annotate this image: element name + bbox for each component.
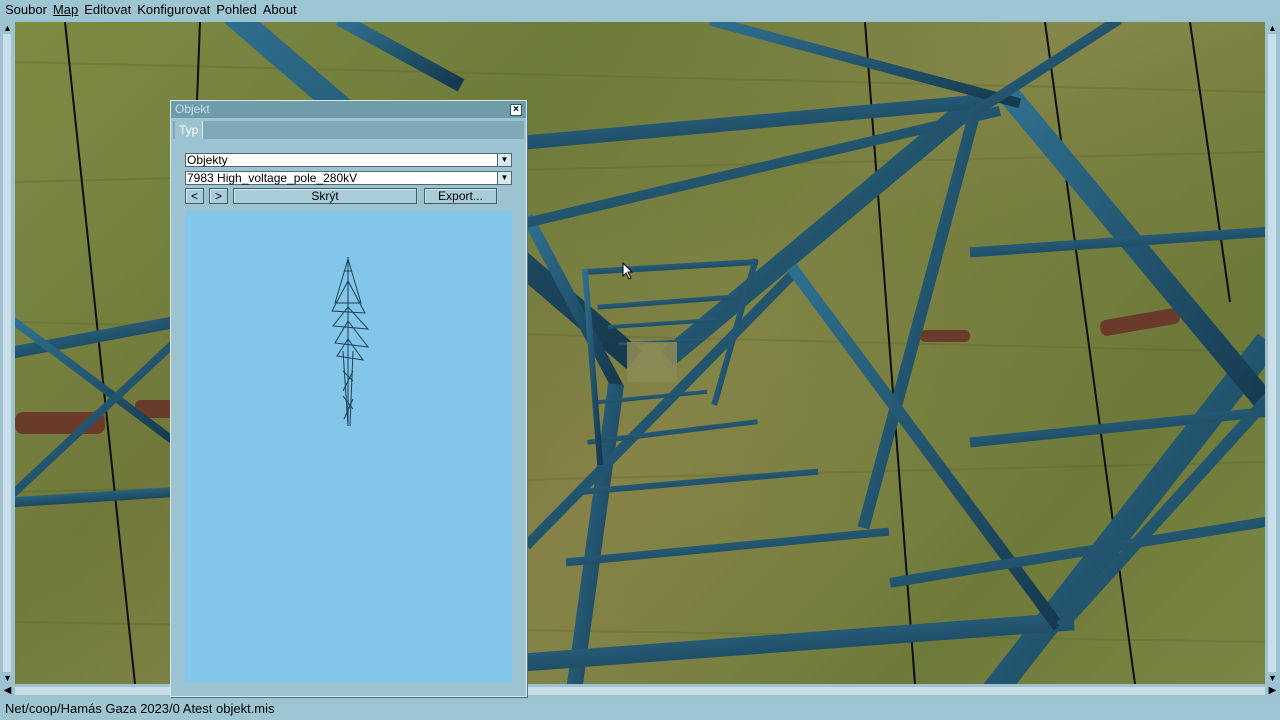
- scroll-down-icon[interactable]: ▼: [1265, 672, 1280, 684]
- scroll-track[interactable]: [1268, 34, 1276, 672]
- scroll-right-icon[interactable]: ▶: [1265, 684, 1280, 698]
- ground-patch: [627, 342, 677, 382]
- hide-button[interactable]: Skrýt: [233, 188, 417, 204]
- object-preview[interactable]: [185, 211, 512, 683]
- dialog-title: Objekt: [175, 102, 210, 116]
- status-file-path: Net/coop/Hamás Gaza 2023/0 Atest objekt.…: [5, 701, 275, 716]
- dialog-titlebar[interactable]: Objekt ×: [171, 101, 526, 118]
- close-icon[interactable]: ×: [510, 104, 522, 116]
- scroll-up-icon[interactable]: ▲: [0, 22, 15, 34]
- object-dialog: Objekt × Typ Objekty ▼ 7983 High_voltage…: [170, 100, 527, 697]
- tab-strip: Typ: [173, 121, 524, 139]
- right-scrollbar[interactable]: ▲ ▼: [1265, 22, 1280, 684]
- object-select[interactable]: 7983 High_voltage_pole_280kV ▼: [185, 171, 512, 185]
- scroll-up-icon[interactable]: ▲: [1265, 22, 1280, 34]
- scroll-track[interactable]: [3, 34, 11, 672]
- chevron-down-icon[interactable]: ▼: [497, 154, 511, 166]
- scroll-left-icon[interactable]: ◀: [0, 684, 15, 698]
- menu-editovat[interactable]: Editovat: [81, 0, 134, 20]
- status-bar: Net/coop/Hamás Gaza 2023/0 Atest objekt.…: [0, 700, 1280, 720]
- menu-konfigurovat[interactable]: Konfigurovat: [134, 0, 213, 20]
- menu-soubor[interactable]: Soubor: [0, 0, 50, 20]
- tab-typ[interactable]: Typ: [175, 121, 204, 139]
- menu-map[interactable]: Map: [50, 0, 81, 20]
- prev-button[interactable]: <: [185, 188, 204, 204]
- menu-pohled[interactable]: Pohled: [213, 0, 259, 20]
- mouse-cursor-icon: [622, 262, 634, 280]
- tower-preview-icon: [331, 257, 370, 427]
- menu-about[interactable]: About: [260, 0, 300, 20]
- object-select-value: 7983 High_voltage_pole_280kV: [187, 171, 358, 185]
- left-scrollbar[interactable]: ▲ ▼: [0, 22, 15, 684]
- next-button[interactable]: >: [209, 188, 228, 204]
- category-select-value: Objekty: [187, 153, 228, 167]
- category-select[interactable]: Objekty ▼: [185, 153, 512, 167]
- tab-panel-typ: Objekty ▼ 7983 High_voltage_pole_280kV ▼…: [173, 139, 524, 692]
- menu-bar: Soubor Map Editovat Konfigurovat Pohled …: [0, 0, 1280, 20]
- export-button[interactable]: Export...: [424, 188, 497, 204]
- chevron-down-icon[interactable]: ▼: [497, 172, 511, 184]
- scroll-down-icon[interactable]: ▼: [0, 672, 15, 684]
